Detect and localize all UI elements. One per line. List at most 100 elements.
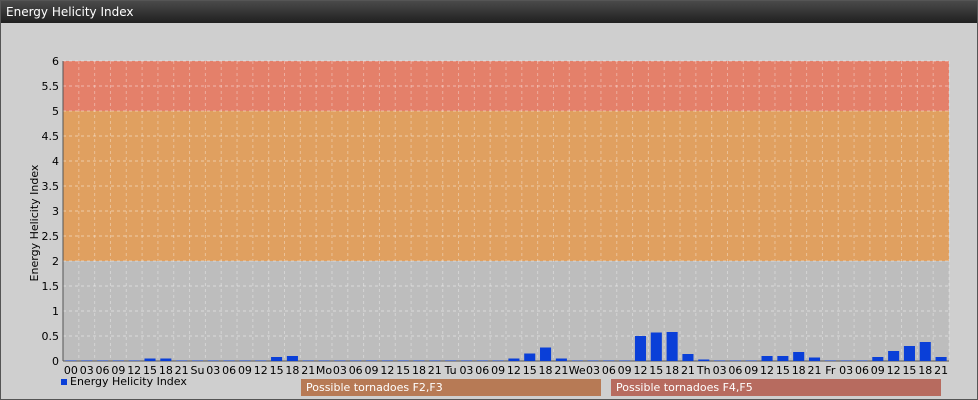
bar — [97, 360, 109, 361]
bar — [460, 360, 472, 361]
y-tick-label: 1.5 — [42, 280, 60, 293]
y-tick-label: 6 — [52, 55, 59, 68]
x-tick-label: 06 — [855, 364, 869, 377]
bar — [524, 353, 536, 361]
x-tick-label: 12 — [507, 364, 521, 377]
x-tick-label: 03 — [459, 364, 473, 377]
x-tick-label: Fr — [825, 364, 836, 377]
x-tick-label: 21 — [934, 364, 948, 377]
x-tick-label: 15 — [649, 364, 663, 377]
bar — [619, 360, 631, 361]
y-tick-label: 0.5 — [42, 330, 60, 343]
bar — [872, 357, 884, 361]
x-tick-label: 03 — [206, 364, 220, 377]
x-tick-labels: 00 03 06 09 12 15 18 21 Su 03 06 09 12 15 18 21 Mo 03 06 09… — [64, 364, 948, 377]
bar — [397, 360, 409, 361]
bar — [714, 360, 726, 361]
x-tick-label: 15 — [270, 364, 284, 377]
x-tick-label: We — [569, 364, 586, 377]
y-tick-label: 1 — [52, 305, 59, 318]
x-tick-label: 21 — [554, 364, 568, 377]
y-tick-label: 5 — [52, 105, 59, 118]
bar — [840, 360, 852, 361]
y-tick-label: 0 — [52, 355, 59, 368]
y-tick-label: 4 — [52, 155, 59, 168]
x-tick-label: 21 — [301, 364, 315, 377]
bar — [587, 360, 599, 361]
bar — [603, 360, 615, 361]
y-tick-label: 4.5 — [42, 130, 60, 143]
y-tick-label: 3 — [52, 205, 59, 218]
bar — [698, 359, 710, 361]
bar — [745, 360, 757, 361]
bar — [302, 360, 314, 361]
x-tick-label: Th — [696, 364, 711, 377]
zone-legend: Possible tornadoes F2,F3 Possible tornad… — [301, 379, 941, 396]
x-tick-label: 15 — [523, 364, 537, 377]
bar — [777, 356, 789, 361]
bar — [729, 360, 741, 361]
x-tick-label: 18 — [792, 364, 806, 377]
legend-label[interactable]: Energy Helicity Index — [70, 375, 187, 388]
x-tick-label: 03 — [839, 364, 853, 377]
x-tick-label: 21 — [681, 364, 695, 377]
bar — [176, 360, 188, 361]
x-tick-label: Su — [190, 364, 204, 377]
legend-swatch — [61, 379, 67, 385]
bar — [935, 357, 947, 361]
x-tick-label: 18 — [285, 364, 299, 377]
bar — [160, 358, 172, 361]
bar — [903, 346, 915, 361]
x-tick-label: 06 — [728, 364, 742, 377]
chart-widget: Energy Helicity Index 0 0.5 1 1.5 2 2.5 3 3.5 4 4… — [0, 0, 978, 400]
bar — [555, 358, 567, 361]
bar — [413, 360, 425, 361]
bar — [856, 360, 868, 361]
bar — [571, 360, 583, 361]
x-tick-label: Mo — [316, 364, 332, 377]
bar — [808, 357, 821, 361]
bar — [445, 360, 457, 361]
bar — [255, 360, 267, 361]
x-tick-label: 15 — [776, 364, 790, 377]
x-tick-label: 09 — [871, 364, 885, 377]
bar — [634, 336, 647, 361]
y-axis-label: Energy Helicity Index — [28, 164, 41, 281]
x-tick-label: 21 — [808, 364, 822, 377]
bar — [223, 360, 235, 361]
y-tick-label: 2.5 — [42, 230, 60, 243]
x-tick-label: 12 — [887, 364, 901, 377]
bar — [65, 360, 77, 361]
x-tick-label: 06 — [602, 364, 616, 377]
bar — [334, 360, 346, 361]
bar — [350, 360, 362, 361]
x-tick-label: 09 — [744, 364, 758, 377]
x-tick-label: 06 — [222, 364, 236, 377]
x-tick-label: 21 — [428, 364, 442, 377]
bar — [476, 360, 488, 361]
bar — [318, 360, 330, 361]
x-tick-label: 18 — [918, 364, 932, 377]
y-tick-label: 5.5 — [42, 80, 60, 93]
bar — [666, 332, 678, 361]
x-tick-label: 09 — [491, 364, 505, 377]
x-tick-label: 12 — [254, 364, 268, 377]
widget-title: Energy Helicity Index — [1, 1, 977, 23]
bar — [365, 360, 378, 361]
legend: Energy Helicity Index — [61, 375, 187, 388]
bar — [429, 360, 441, 361]
bar — [191, 360, 204, 361]
ehi-chart: 00.511.522.533.544.555.56 00 03 06 09 12 15 18… — [28, 55, 950, 396]
bar — [888, 351, 900, 361]
bar — [793, 352, 805, 361]
bar — [381, 360, 393, 361]
bar — [650, 332, 662, 361]
x-tick-label: 06 — [475, 364, 489, 377]
x-tick-label: 15 — [396, 364, 410, 377]
x-tick-label: 15 — [902, 364, 916, 377]
bar — [81, 360, 93, 361]
bar — [761, 356, 773, 361]
x-tick-label: 09 — [618, 364, 632, 377]
x-tick-label: 18 — [412, 364, 426, 377]
x-tick-label: 12 — [760, 364, 774, 377]
